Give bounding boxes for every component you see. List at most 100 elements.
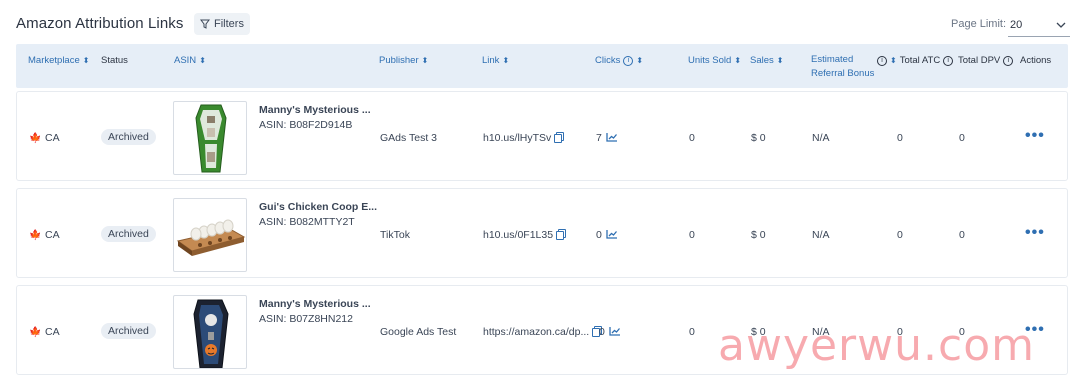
marketplace-cell: 🍁 CA	[29, 132, 60, 144]
page-limit-select[interactable]: 20	[1008, 13, 1070, 37]
status-cell: Archived	[101, 323, 156, 339]
column-link[interactable]: Link ⬍	[482, 55, 509, 67]
column-estimated-referral-bonus: Estimated Referral Bonus	[811, 54, 874, 80]
marketplace-cell: 🍁 CA	[29, 229, 60, 241]
column-units-sold[interactable]: Units Sold ⬍	[688, 55, 741, 67]
column-total-atc-label: Total ATC	[899, 55, 941, 66]
product-name[interactable]: Manny's Mysterious ...	[259, 104, 371, 116]
column-total-dpv: Total DPV i	[958, 55, 1014, 67]
filter-icon	[200, 19, 210, 29]
link-value[interactable]: h10.us/0F1L35	[483, 229, 553, 241]
page-limit-label: Page Limit:	[951, 18, 1007, 30]
sort-icon: ⬍	[421, 56, 429, 65]
column-clicks[interactable]: Clicks i ⬍	[595, 55, 643, 67]
trend-chart-icon[interactable]	[609, 326, 621, 336]
more-actions-button[interactable]: •••	[1025, 224, 1045, 242]
canada-flag-icon: 🍁	[29, 230, 42, 241]
column-clicks-label: Clicks	[595, 55, 621, 66]
asin-value: ASIN: B082MTTY2T	[259, 216, 355, 228]
status-badge: Archived	[101, 323, 156, 339]
column-sales-label: Sales	[750, 55, 774, 66]
publisher-cell: Google Ads Test	[380, 326, 457, 338]
info-icon[interactable]: i	[1003, 56, 1014, 66]
total-dpv-cell: 0	[959, 229, 965, 241]
chevron-down-icon	[1056, 22, 1066, 28]
column-link-label: Link	[482, 55, 500, 66]
product-name[interactable]: Gui's Chicken Coop E...	[259, 201, 377, 213]
filters-label: Filters	[214, 18, 244, 30]
sort-icon: ⬍	[636, 56, 644, 65]
publisher-cell: TikTok	[380, 229, 410, 241]
link-value[interactable]: https://amazon.ca/dp...	[483, 326, 589, 338]
clicks-cell: 0	[596, 229, 618, 241]
units-sold-cell: 0	[689, 132, 695, 144]
table-row: 🍁 CA Archived Manny's Mysterious ... ASIN…	[16, 91, 1068, 181]
sort-icon: ⬍	[502, 56, 510, 65]
clicks-cell: 7	[596, 132, 618, 144]
product-image[interactable]	[173, 295, 247, 369]
asin-value: ASIN: B08F2D914B	[259, 119, 353, 131]
product-image[interactable]	[173, 198, 247, 272]
more-actions-button[interactable]: •••	[1025, 127, 1045, 145]
trend-chart-icon[interactable]	[606, 132, 618, 142]
sales-cell: $ 0	[751, 229, 766, 241]
coffin-shelf-image	[195, 104, 227, 173]
sort-icon: ⬍	[199, 56, 206, 65]
total-atc-cell: 0	[897, 229, 903, 241]
column-total-dpv-label: Total DPV	[958, 55, 1001, 66]
column-status-label: Status	[101, 55, 128, 66]
status-badge: Archived	[101, 226, 156, 242]
referral-bonus-cell: N/A	[812, 229, 830, 241]
total-atc-cell: 0	[897, 132, 903, 144]
egg-holder-image	[176, 219, 246, 256]
column-units-sold-label: Units Sold	[688, 55, 732, 66]
canada-flag-icon: 🍁	[29, 133, 42, 144]
total-dpv-cell: 0	[959, 132, 965, 144]
page-title: Amazon Attribution Links	[16, 15, 184, 32]
info-icon[interactable]: i	[877, 56, 887, 66]
copy-icon[interactable]	[556, 229, 567, 240]
marketplace-value: CA	[45, 132, 60, 144]
table-row: 🍁 CA Archived Gui's Chicken Coop E... ASI…	[16, 188, 1068, 278]
column-marketplace-label: Marketplace	[28, 55, 80, 66]
sort-icon: ⬍	[82, 56, 90, 65]
referral-bonus-cell: N/A	[812, 132, 830, 144]
status-cell: Archived	[101, 129, 156, 145]
column-actions-label: Actions	[1020, 55, 1052, 66]
marketplace-value: CA	[45, 229, 60, 241]
copy-icon[interactable]	[554, 132, 565, 143]
column-sales[interactable]: Sales ⬍	[750, 55, 783, 67]
filters-button[interactable]: Filters	[194, 13, 250, 35]
product-name[interactable]: Manny's Mysterious ...	[259, 298, 371, 310]
column-total-atc[interactable]: i ⬍ Total ATC i	[877, 55, 954, 67]
column-estimated-label: Estimated	[811, 54, 854, 65]
page-limit-value: 20	[1010, 18, 1023, 31]
link-value[interactable]: h10.us/lHyTSv	[483, 132, 551, 144]
sort-icon: ⬍	[734, 56, 742, 65]
status-cell: Archived	[101, 226, 156, 242]
info-icon[interactable]: i	[623, 56, 634, 66]
link-cell: https://amazon.ca/dp...	[483, 326, 603, 338]
marketplace-value: CA	[45, 326, 60, 338]
units-sold-cell: 0	[689, 229, 695, 241]
column-publisher-label: Publisher	[379, 55, 419, 66]
clicks-cell: 0	[599, 326, 621, 338]
table-header: Marketplace ⬍ Status ASIN ⬍ Publisher ⬍ Lin…	[16, 44, 1068, 88]
asin-value: ASIN: B07Z8HN212	[259, 313, 353, 325]
column-actions: Actions	[1020, 55, 1051, 67]
column-asin-label: ASIN	[174, 55, 197, 66]
column-asin[interactable]: ASIN ⬍	[174, 55, 206, 67]
column-referral-bonus-label: Referral Bonus	[811, 68, 875, 79]
column-publisher[interactable]: Publisher ⬍	[379, 55, 428, 67]
clicks-value: 0	[599, 326, 605, 338]
column-status: Status	[101, 55, 128, 67]
info-icon[interactable]: i	[943, 56, 954, 66]
sales-cell: $ 0	[751, 132, 766, 144]
column-marketplace[interactable]: Marketplace ⬍	[28, 55, 89, 67]
units-sold-cell: 0	[689, 326, 695, 338]
trend-chart-icon[interactable]	[606, 229, 618, 239]
product-image[interactable]	[173, 101, 247, 175]
status-badge: Archived	[101, 129, 156, 145]
link-cell: h10.us/0F1L35	[483, 229, 567, 241]
sort-icon: ⬍	[890, 56, 897, 65]
